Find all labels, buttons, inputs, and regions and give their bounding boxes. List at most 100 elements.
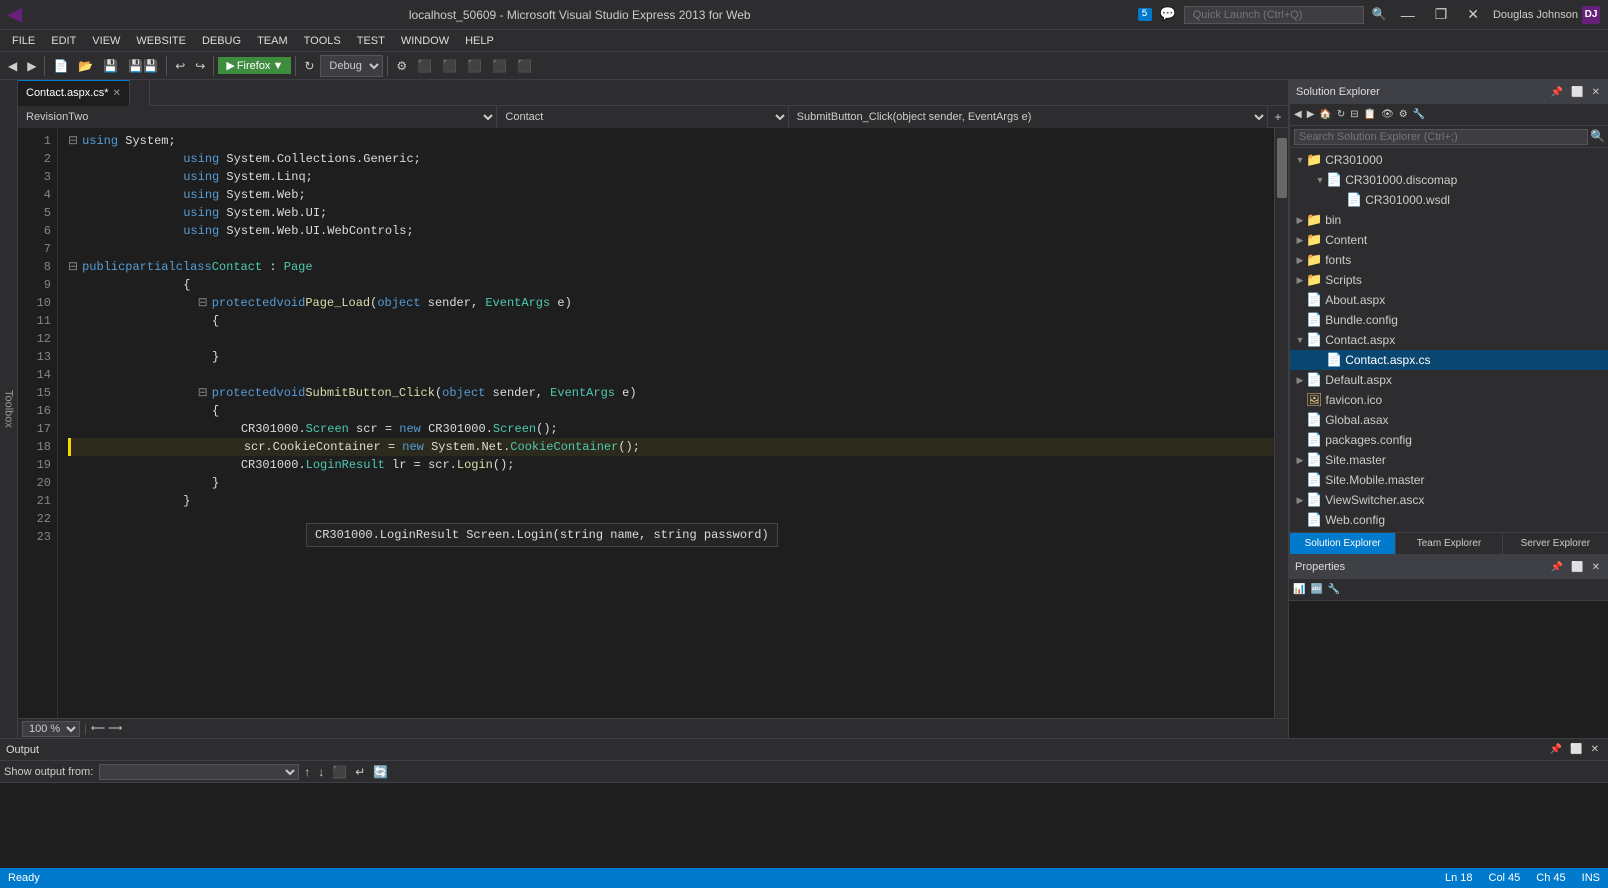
tree-item-site-mobile[interactable]: 📄 Site.Mobile.master [1290,470,1608,490]
menu-test[interactable]: TEST [349,33,393,49]
prop-alpha-btn[interactable]: 🔤 [1308,583,1324,596]
scroll-thumb[interactable] [1277,138,1287,198]
close-panel-btn[interactable]: ✕ [1589,86,1603,99]
toolbar-extra-btn3[interactable]: ⬛ [438,57,461,75]
tab-inactive[interactable] [130,80,150,106]
menu-debug[interactable]: DEBUG [194,33,249,49]
chat-icon[interactable]: 💬 [1160,7,1176,22]
nav-expand-btn[interactable]: + [1268,108,1288,126]
solution-tree[interactable]: ▼ 📁 CR301000 ▼ 📄 CR301000.discomap 📄 CR3… [1290,148,1608,532]
tree-item-cr301000[interactable]: ▼ 📁 CR301000 [1290,150,1608,170]
output-source-select[interactable] [99,764,299,780]
toolbar-extra-btn5[interactable]: ⬛ [488,57,511,75]
pin-btn[interactable]: 📌 [1548,86,1566,99]
tree-item-contact-aspx[interactable]: ▼ 📄 Contact.aspx [1290,330,1608,350]
toolbar-extra-btn4[interactable]: ⬛ [463,57,486,75]
debug-run-button[interactable]: ▶ Firefox ▼ [218,57,291,74]
toolbar-save-all-btn[interactable]: 💾💾 [124,57,162,75]
output-pin-btn[interactable]: 📌 [1547,743,1565,756]
tree-item-scripts[interactable]: ▶ 📁 Scripts [1290,270,1608,290]
toolbar-refresh-btn[interactable]: ↻ [300,57,318,75]
toolbar-extra-btn2[interactable]: ⬛ [413,57,436,75]
output-wrap-btn[interactable]: ↵ [352,763,368,781]
sol-refresh-btn[interactable]: ↻ [1335,108,1347,121]
file-icon: 📄 [1306,512,1322,528]
output-clear-btn[interactable]: ⬛ [329,763,350,781]
tree-item-web-config[interactable]: 📄 Web.config [1290,510,1608,530]
tree-item-default[interactable]: ▶ 📄 Default.aspx [1290,370,1608,390]
tree-item-favicon[interactable]: 🖼 favicon.ico [1290,390,1608,410]
tree-item-bundle[interactable]: 📄 Bundle.config [1290,310,1608,330]
code-content[interactable]: ⊟ using System; using System.Collections… [58,128,1274,718]
prop-float-btn[interactable]: ⬜ [1568,561,1586,574]
prop-close-btn[interactable]: ✕ [1589,561,1603,574]
tree-item-viewswitcher[interactable]: ▶ 📄 ViewSwitcher.ascx [1290,490,1608,510]
tree-item-contact-cs[interactable]: 📄 Contact.aspx.cs [1290,350,1608,370]
close-button[interactable]: ✕ [1461,4,1485,25]
toolbar-save-btn[interactable]: 💾 [99,57,122,75]
menu-file[interactable]: FILE [4,33,43,49]
solution-search-icon[interactable]: 🔍 [1590,129,1605,144]
output-down-btn[interactable]: ↓ [315,763,327,781]
output-float-btn[interactable]: ⬜ [1567,743,1585,756]
tab-contact-aspx-cs[interactable]: Contact.aspx.cs* ✕ [18,80,130,106]
quick-launch-input[interactable] [1184,6,1364,24]
menu-website[interactable]: WEBSITE [128,33,194,49]
menu-team[interactable]: TEAM [249,33,296,49]
tab-solution-explorer[interactable]: Solution Explorer [1290,533,1396,554]
tree-item-content[interactable]: ▶ 📁 Content [1290,230,1608,250]
sol-home-btn[interactable]: 🏠 [1317,108,1333,121]
nav-member-select[interactable]: Contact [497,106,788,128]
toolbox-panel[interactable]: Toolbox [0,80,18,738]
zoom-select[interactable]: 100 % [22,721,80,737]
code-editor[interactable]: 12345 678910 1112131415 1617181920 21222… [18,128,1288,718]
tree-item-about[interactable]: 📄 About.aspx [1290,290,1608,310]
sol-settings-btn[interactable]: 🔧 [1411,108,1427,121]
editor-scrollbar[interactable] [1274,128,1288,718]
toolbar-redo-btn[interactable]: ↪ [191,57,209,75]
toolbar-extra-btn1[interactable]: ⚙ [392,57,411,75]
menu-window[interactable]: WINDOW [393,33,457,49]
menu-edit[interactable]: EDIT [43,33,84,49]
tab-server-explorer[interactable]: Server Explorer [1503,533,1608,554]
prop-cat-btn[interactable]: 📊 [1291,583,1307,596]
sol-forward-btn[interactable]: ▶ [1305,108,1317,121]
sol-show-btn[interactable]: 👁 [1379,108,1396,121]
toolbar-back-btn[interactable]: ◀ [4,57,21,75]
tree-item-discomap[interactable]: ▼ 📄 CR301000.discomap [1290,170,1608,190]
tree-item-global[interactable]: 📄 Global.asax [1290,410,1608,430]
tree-item-site-master[interactable]: ▶ 📄 Site.master [1290,450,1608,470]
sol-filter-btn[interactable]: ⚙ [1397,108,1410,121]
prop-wrench-btn[interactable]: 🔧 [1326,583,1342,596]
output-close-btn[interactable]: ✕ [1588,743,1602,756]
code-line-active: scr.CookieContainer = new System.Net.Coo… [68,438,1274,456]
solution-search-input[interactable] [1294,129,1588,145]
tab-close-icon[interactable]: ✕ [113,88,121,99]
output-sync-btn[interactable]: 🔄 [370,763,391,781]
debug-mode-select[interactable]: Debug [320,55,383,77]
tree-item-fonts[interactable]: ▶ 📁 fonts [1290,250,1608,270]
menu-view[interactable]: VIEW [84,33,128,49]
notification-badge[interactable]: 5 [1138,8,1152,21]
menu-help[interactable]: HELP [457,33,502,49]
tab-team-explorer[interactable]: Team Explorer [1396,533,1502,554]
nav-method-select[interactable]: SubmitButton_Click(object sender, EventA… [789,106,1268,128]
menu-tools[interactable]: TOOLS [296,33,349,49]
minimize-button[interactable]: — [1395,5,1421,25]
toolbar-forward-btn[interactable]: ▶ [23,57,40,75]
toolbar-extra-btn6[interactable]: ⬛ [513,57,536,75]
tree-item-packages[interactable]: 📄 packages.config [1290,430,1608,450]
nav-class-select[interactable]: RevisionTwo [18,106,497,128]
toolbar-open-btn[interactable]: 📂 [74,57,97,75]
restore-button[interactable]: ❐ [1429,4,1454,25]
sol-collapse-btn[interactable]: ⊟ [1348,108,1360,121]
prop-pin-btn[interactable]: 📌 [1548,561,1566,574]
tree-item-bin[interactable]: ▶ 📁 bin [1290,210,1608,230]
float-btn[interactable]: ⬜ [1568,86,1586,99]
tree-item-wsdl[interactable]: 📄 CR301000.wsdl [1290,190,1608,210]
sol-properties-btn[interactable]: 📋 [1362,108,1378,121]
output-up-btn[interactable]: ↑ [301,763,313,781]
toolbar-undo-btn[interactable]: ↩ [171,57,189,75]
sol-back-btn[interactable]: ◀ [1292,108,1304,121]
toolbar-new-btn[interactable]: 📄 [49,57,72,75]
